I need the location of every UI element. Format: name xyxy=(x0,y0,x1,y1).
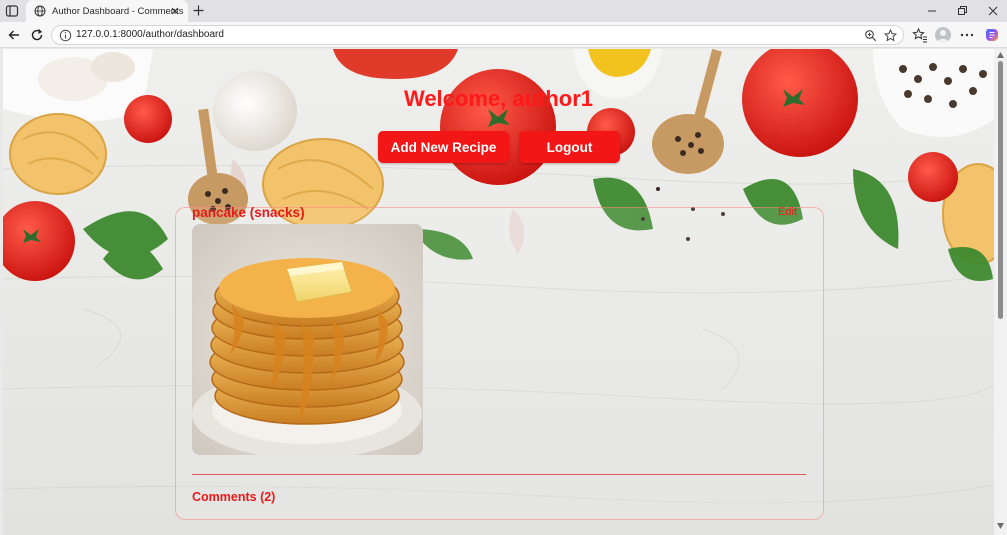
minimize-icon[interactable] xyxy=(924,3,940,19)
add-recipe-button[interactable]: Add New Recipe xyxy=(378,131,509,163)
plus-icon[interactable] xyxy=(192,4,205,17)
back-icon[interactable] xyxy=(6,27,22,43)
more-icon[interactable] xyxy=(959,27,975,43)
scroll-down-icon[interactable] xyxy=(997,523,1004,529)
sidebar-icon[interactable] xyxy=(4,3,20,19)
page-viewport: Welcome, author1 Add New Recipe Logout p… xyxy=(3,49,994,535)
address-bar-row: 127.0.0.1:8000/author/dashboard xyxy=(0,22,1007,48)
page-title: Welcome, author1 xyxy=(403,86,594,111)
zoom-icon[interactable] xyxy=(864,29,877,42)
restore-icon[interactable] xyxy=(954,3,970,19)
tab-bar: Author Dashboard - Comments xyxy=(0,0,1007,22)
copilot-icon[interactable] xyxy=(984,27,1000,43)
comments-heading[interactable]: Comments (2) xyxy=(192,490,275,504)
profile-icon[interactable] xyxy=(935,27,951,43)
star-icon[interactable] xyxy=(884,29,897,42)
close-icon[interactable] xyxy=(169,5,181,17)
logout-button[interactable]: Logout xyxy=(519,131,620,163)
info-icon[interactable] xyxy=(59,29,72,42)
reload-icon[interactable] xyxy=(29,27,45,43)
scroll-up-icon[interactable] xyxy=(997,52,1004,58)
recipe-title: pancake (snacks) xyxy=(192,205,305,220)
url-text: 127.0.0.1:8000/author/dashboard xyxy=(76,29,224,40)
globe-icon xyxy=(34,5,46,17)
tab-title: Author Dashboard - Comments xyxy=(52,5,184,17)
recipe-image xyxy=(192,224,423,455)
scrollbar-thumb[interactable] xyxy=(998,61,1003,319)
address-bar[interactable]: 127.0.0.1:8000/author/dashboard xyxy=(51,25,904,45)
scrollbar[interactable] xyxy=(994,49,1007,535)
edit-link[interactable]: Edit xyxy=(778,206,797,218)
close-window-icon[interactable] xyxy=(985,3,1001,19)
divider xyxy=(192,474,806,475)
favorites-icon[interactable] xyxy=(912,27,928,43)
active-tab[interactable]: Author Dashboard - Comments xyxy=(26,0,188,22)
